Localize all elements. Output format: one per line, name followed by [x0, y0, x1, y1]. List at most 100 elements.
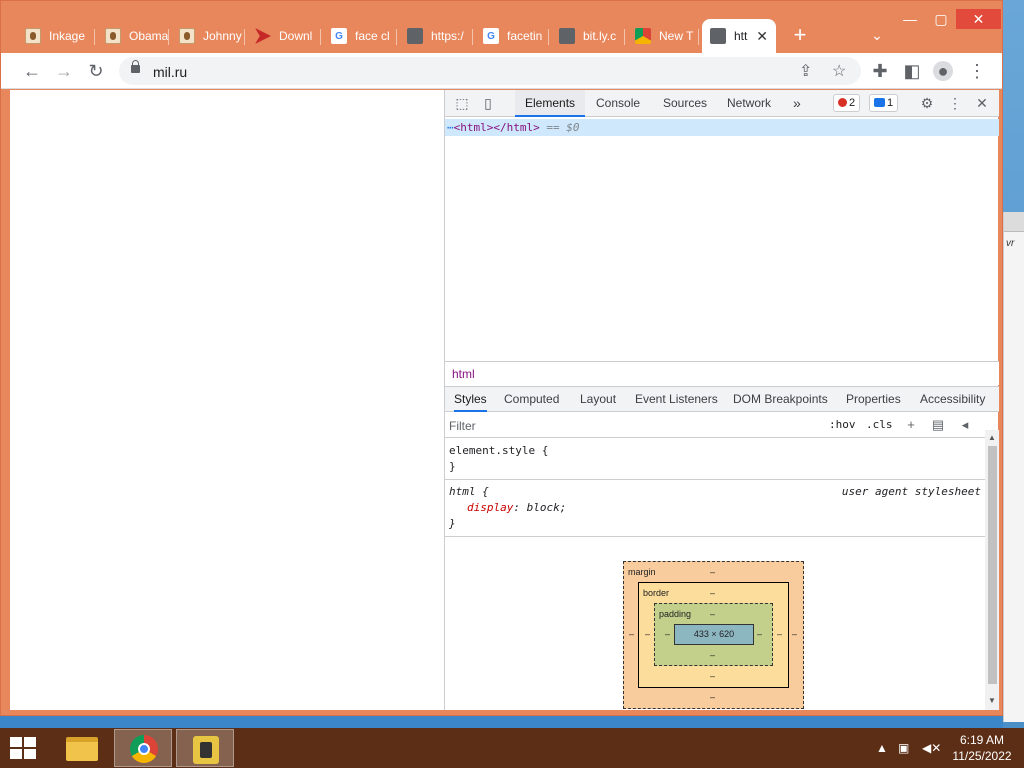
volume-muted-icon[interactable]: ◀✕: [922, 741, 941, 755]
close-window-button[interactable]: ✕: [956, 9, 1001, 29]
padding-bottom-value[interactable]: –: [710, 650, 715, 660]
tab-title: bit.ly.c: [583, 29, 617, 43]
browser-tab[interactable]: Downl: [247, 21, 321, 51]
browser-tab[interactable]: Inkage: [17, 21, 95, 51]
margin-left-value[interactable]: –: [629, 629, 634, 639]
url-text[interactable]: mil.ru: [153, 64, 187, 80]
network-icon[interactable]: ▣: [898, 741, 909, 755]
windows-start-icon[interactable]: [10, 737, 38, 759]
chrome-favicon-icon: [635, 28, 651, 44]
cls-toggle[interactable]: .cls: [866, 418, 893, 431]
border-left-value[interactable]: –: [645, 629, 650, 639]
browser-tab[interactable]: https:/: [399, 21, 473, 51]
tab-styles[interactable]: Styles: [454, 387, 487, 412]
toggle-sidebar-icon[interactable]: ◂: [957, 417, 973, 433]
tool-app-task[interactable]: [176, 729, 234, 767]
tab-sources[interactable]: Sources: [663, 90, 707, 117]
margin-right-value[interactable]: –: [792, 629, 797, 639]
style-property[interactable]: display: block;: [449, 500, 981, 516]
more-tabs-chevron-icon[interactable]: »: [793, 90, 801, 117]
tab-properties[interactable]: Properties: [846, 387, 901, 412]
tab-search-button[interactable]: ⌄: [867, 27, 887, 47]
back-arrow-icon[interactable]: ←: [22, 61, 42, 81]
maximize-button[interactable]: ▢: [926, 9, 956, 29]
bookmark-star-icon[interactable]: ☆: [832, 61, 846, 81]
minimize-button[interactable]: —: [895, 9, 925, 29]
new-style-rule-icon[interactable]: +: [903, 417, 919, 433]
padding-top-value[interactable]: –: [710, 609, 715, 619]
face-favicon-icon: [179, 28, 195, 44]
new-tab-button[interactable]: +: [789, 24, 811, 47]
tab-event-listeners[interactable]: Event Listeners: [635, 387, 718, 412]
tab-title: Johnny: [203, 29, 242, 43]
border-right-value[interactable]: –: [777, 629, 782, 639]
tab-network[interactable]: Network: [727, 90, 771, 117]
margin-bottom-value[interactable]: –: [710, 692, 715, 702]
border-top-value[interactable]: –: [710, 588, 715, 598]
lock-icon[interactable]: [131, 60, 140, 73]
browser-tab[interactable]: Gface cl: [323, 21, 397, 51]
browser-tab[interactable]: Gfacetin: [475, 21, 549, 51]
page-viewport[interactable]: [10, 90, 444, 710]
box-content[interactable]: 433 × 620: [674, 624, 754, 645]
settings-gear-icon[interactable]: ⚙: [918, 94, 936, 112]
address-bar[interactable]: mil.ru ⇪ ☆: [119, 57, 861, 85]
browser-tab[interactable]: Obama: [97, 21, 169, 51]
tab-layout[interactable]: Layout: [580, 387, 616, 412]
tab-console[interactable]: Console: [596, 90, 640, 117]
tab-dom-breakpoints[interactable]: DOM Breakpoints: [733, 387, 828, 412]
style-rule-element[interactable]: element.style { }: [445, 439, 985, 480]
chrome-task[interactable]: [114, 729, 172, 767]
devtools-menu-icon[interactable]: ⋮: [946, 94, 964, 112]
tab-separator: [548, 29, 549, 45]
tab-elements[interactable]: Elements: [515, 90, 586, 117]
style-rule-html[interactable]: user agent stylesheet html { display: bl…: [445, 480, 985, 537]
styles-filter-input[interactable]: [449, 417, 819, 435]
browser-tab[interactable]: htt ✕: [702, 19, 776, 53]
show-hidden-icons-icon[interactable]: ▲: [876, 741, 888, 755]
close-tab-icon[interactable]: ✕: [756, 28, 768, 45]
background-window-edge[interactable]: vr: [1003, 212, 1024, 722]
margin-top-value[interactable]: –: [710, 567, 715, 577]
tab-computed[interactable]: Computed: [504, 387, 559, 412]
margin-label: margin: [628, 567, 656, 577]
side-panel-icon[interactable]: ◧: [902, 61, 922, 81]
device-toolbar-icon[interactable]: ▯: [479, 94, 497, 112]
errors-badge[interactable]: 2: [833, 94, 861, 112]
rule-close-brace: }: [449, 517, 456, 530]
download-favicon-icon: [255, 28, 271, 44]
forward-arrow-icon[interactable]: →: [54, 61, 74, 81]
scroll-up-icon[interactable]: ▲: [988, 433, 996, 442]
padding-left-value[interactable]: –: [665, 629, 670, 639]
scroll-thumb[interactable]: [988, 446, 997, 684]
google-favicon-icon: G: [331, 28, 347, 44]
scroll-down-icon[interactable]: ▼: [988, 696, 996, 705]
globe-favicon-icon: [407, 28, 423, 44]
paint-icon[interactable]: ▤: [930, 417, 946, 433]
rule-close-brace: }: [449, 460, 456, 473]
tab-title: New T: [659, 29, 694, 43]
share-icon[interactable]: ⇪: [799, 61, 812, 81]
hov-toggle[interactable]: :hov: [829, 418, 856, 431]
browser-tab[interactable]: bit.ly.c: [551, 21, 625, 51]
browser-tab[interactable]: Johnny: [171, 21, 245, 51]
styles-scrollbar[interactable]: ▲ ▼: [985, 430, 999, 710]
padding-right-value[interactable]: –: [757, 629, 762, 639]
messages-badge[interactable]: 1: [869, 94, 899, 112]
styles-subtab-bar: Styles Computed Layout Event Listeners D…: [445, 386, 999, 412]
inspect-element-icon[interactable]: ⬚: [453, 94, 471, 112]
file-explorer-task[interactable]: [52, 729, 110, 767]
profile-avatar-icon[interactable]: ●: [933, 61, 953, 81]
clock[interactable]: 6:19 AM 11/25/2022: [944, 732, 1020, 764]
tab-accessibility[interactable]: Accessibility: [920, 387, 985, 412]
close-devtools-icon[interactable]: ✕: [973, 94, 991, 112]
menu-kebab-icon[interactable]: ⋮: [967, 61, 987, 81]
tab-title: Obama: [129, 29, 169, 43]
browser-tab[interactable]: New T: [627, 21, 699, 51]
extensions-puzzle-icon[interactable]: ✚: [870, 61, 890, 81]
dom-node-html[interactable]: ⋯<html></html> == $0: [445, 119, 999, 136]
app-tool-icon: [193, 736, 219, 764]
breadcrumb-html[interactable]: html: [452, 367, 475, 381]
border-bottom-value[interactable]: –: [710, 671, 715, 681]
reload-icon[interactable]: ↻: [86, 61, 106, 81]
